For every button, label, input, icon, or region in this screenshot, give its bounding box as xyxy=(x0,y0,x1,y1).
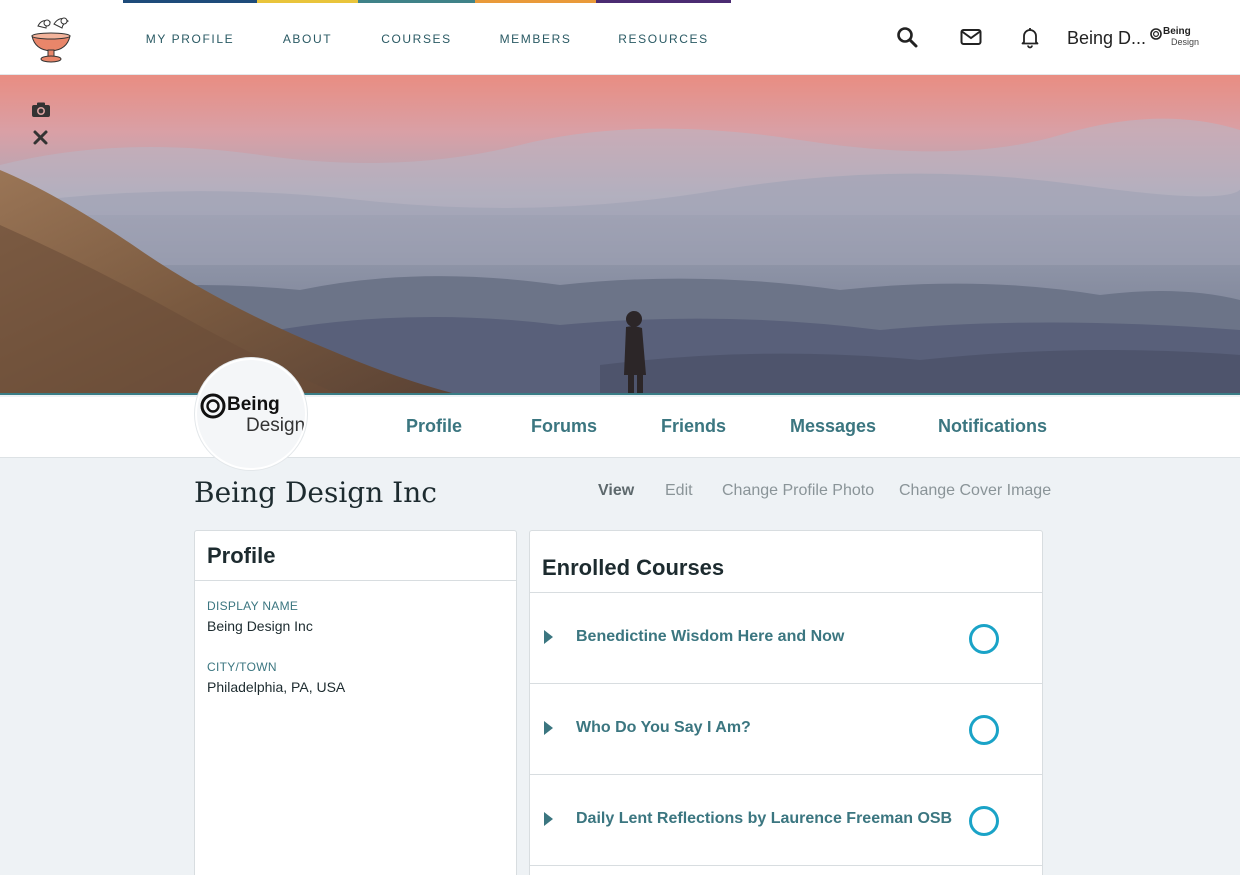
caret-right-icon[interactable] xyxy=(544,721,553,735)
tab-profile[interactable]: Profile xyxy=(406,397,462,458)
progress-ring-icon xyxy=(969,715,999,745)
change-profile-photo-link[interactable]: Change Profile Photo xyxy=(722,482,874,500)
field-value: Philadelphia, PA, USA xyxy=(207,679,346,695)
caret-right-icon[interactable] xyxy=(544,812,553,826)
course-row[interactable]: Who Do You Say I Am? xyxy=(530,684,1042,775)
course-row[interactable]: Benedictine Wisdom Here and Now xyxy=(530,593,1042,684)
mail-icon[interactable] xyxy=(959,25,983,49)
change-cover-image-link[interactable]: Change Cover Image xyxy=(899,482,1051,500)
enrolled-courses-card: Enrolled Courses Benedictine Wisdom Here… xyxy=(529,530,1043,875)
profile-card: Profile DISPLAY NAME Being Design Inc CI… xyxy=(194,530,517,875)
site-logo-icon[interactable] xyxy=(24,12,78,66)
search-icon[interactable] xyxy=(895,25,919,49)
progress-ring-icon xyxy=(969,624,999,654)
tab-notifications[interactable]: Notifications xyxy=(938,397,1047,458)
city-town-field: CITY/TOWN Philadelphia, PA, USA xyxy=(207,660,345,695)
user-avatar[interactable]: Being Design xyxy=(1149,25,1203,51)
user-name[interactable]: Being D... xyxy=(1067,28,1146,49)
display-name-field: DISPLAY NAME Being Design Inc xyxy=(207,599,313,634)
avatar-text-design: Design xyxy=(1171,37,1200,47)
avatar-text-being: Being xyxy=(1163,26,1191,37)
nav-courses[interactable]: COURSES xyxy=(358,0,475,75)
view-link[interactable]: View xyxy=(598,482,634,500)
cover-image xyxy=(0,75,1240,395)
camera-icon[interactable] xyxy=(30,99,52,121)
bell-icon[interactable] xyxy=(1018,25,1042,49)
tab-friends[interactable]: Friends xyxy=(661,397,726,458)
avatar-brand-design: Design xyxy=(246,415,306,436)
profile-avatar[interactable]: Being Design xyxy=(195,358,307,470)
avatar-brand-being: Being xyxy=(227,394,280,415)
course-row[interactable]: Daily Lent Reflections by Laurence Freem… xyxy=(530,775,1042,866)
profile-card-title: Profile xyxy=(195,531,516,581)
edit-link[interactable]: Edit xyxy=(665,482,693,500)
course-name[interactable]: Daily Lent Reflections by Laurence Freem… xyxy=(576,810,952,828)
top-header: MY PROFILE ABOUT COURSES MEMBERS RESOURC… xyxy=(0,0,1240,75)
profile-tab-bar: Profile Forums Friends Messages Notifica… xyxy=(0,397,1240,458)
progress-ring-icon xyxy=(969,806,999,836)
page-title: Being Design Inc xyxy=(194,476,437,509)
field-value: Being Design Inc xyxy=(207,618,313,634)
field-label: CITY/TOWN xyxy=(207,660,277,674)
close-icon[interactable] xyxy=(30,127,52,149)
nav-my-profile[interactable]: MY PROFILE xyxy=(123,0,257,75)
caret-right-icon[interactable] xyxy=(544,630,553,644)
courses-card-title: Enrolled Courses xyxy=(530,531,1042,593)
course-name[interactable]: Who Do You Say I Am? xyxy=(576,719,751,737)
nav-about[interactable]: ABOUT xyxy=(257,0,358,75)
tab-messages[interactable]: Messages xyxy=(790,397,876,458)
course-name[interactable]: Benedictine Wisdom Here and Now xyxy=(576,628,844,646)
field-label: DISPLAY NAME xyxy=(207,599,299,613)
nav-resources[interactable]: RESOURCES xyxy=(596,0,731,75)
nav-members[interactable]: MEMBERS xyxy=(475,0,596,75)
tab-forums[interactable]: Forums xyxy=(531,397,597,458)
